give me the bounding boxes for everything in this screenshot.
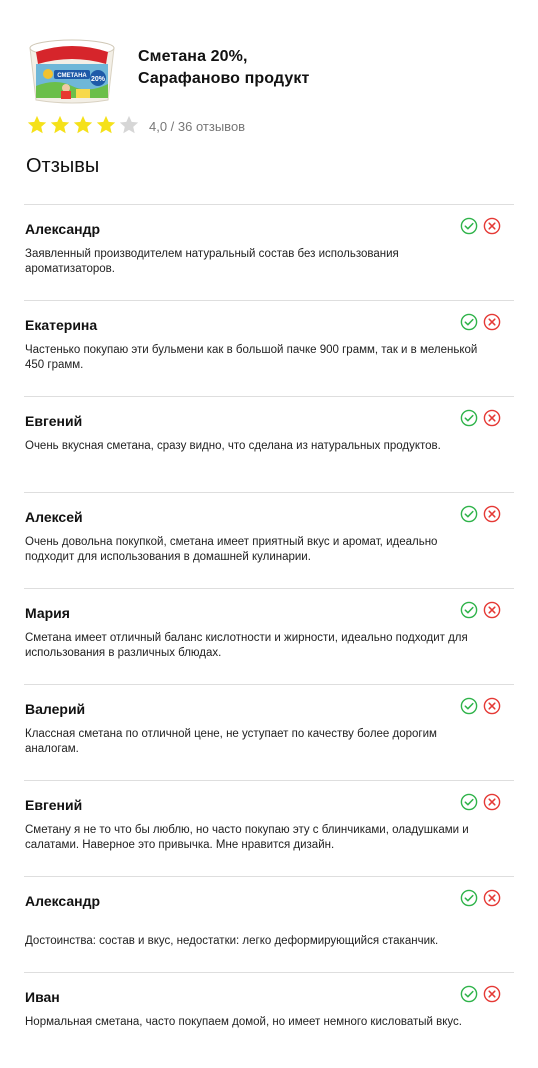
star-filled-icon (50, 115, 70, 134)
approve-review-button[interactable] (460, 505, 478, 523)
review-actions (460, 217, 504, 237)
review-item: Иван Нормальная сметана, часто покупаем д… (24, 972, 514, 1068)
check-circle-icon (460, 793, 478, 811)
review-text: Нормальная сметана, часто покупаем домой… (25, 1016, 462, 1028)
review-actions (460, 313, 504, 333)
review-text: Классная сметана по отличной цене, не ус… (25, 728, 437, 755)
product-title-line1: Сметана 20%, (138, 48, 248, 65)
product-image: СМЕТАНА 20% (26, 34, 118, 104)
close-circle-icon (483, 985, 501, 1003)
check-circle-icon (460, 409, 478, 427)
reject-review-button[interactable] (483, 601, 501, 619)
review-item: Александр Достоинства: состав и вкус, нед… (24, 876, 514, 972)
review-text: Сметану я не то что бы люблю, но часто п… (25, 824, 469, 851)
star-filled-icon (96, 115, 116, 134)
approve-review-button[interactable] (460, 793, 478, 811)
review-item: Мария Сметана имеет отличный баланс кисло… (24, 588, 514, 684)
check-circle-icon (460, 697, 478, 715)
reject-review-button[interactable] (483, 217, 501, 235)
review-actions (460, 889, 504, 909)
review-actions (460, 697, 504, 717)
review-actions (460, 985, 504, 1005)
close-circle-icon (483, 217, 501, 235)
review-text: Очень вкусная сметана, сразу видно, что … (25, 440, 441, 452)
rating-stars (26, 114, 142, 138)
approve-review-button[interactable] (460, 409, 478, 427)
close-circle-icon (483, 601, 501, 619)
review-author: Валерий (25, 701, 86, 717)
reject-review-button[interactable] (483, 793, 501, 811)
approve-review-button[interactable] (460, 697, 478, 715)
close-circle-icon (483, 505, 501, 523)
rating-summary: 4,0 / 36 отзывов (149, 119, 246, 134)
review-author: Иван (25, 989, 60, 1005)
package-label: СМЕТАНА (57, 73, 87, 79)
product-title: Сметана 20%, Сарафаново продукт (138, 46, 498, 90)
approve-review-button[interactable] (460, 313, 478, 331)
review-actions (460, 409, 504, 429)
review-text: Очень довольна покупкой, сметана имеет п… (25, 536, 438, 563)
check-circle-icon (460, 601, 478, 619)
approve-review-button[interactable] (460, 985, 478, 1003)
review-item: Екатерина Частенько покупаю эти бульмени … (24, 300, 514, 396)
review-author: Александр (25, 893, 101, 909)
review-author: Екатерина (25, 317, 98, 333)
check-circle-icon (460, 505, 478, 523)
review-author: Мария (25, 605, 70, 621)
review-text: Достоинства: состав и вкус, недостатки: … (25, 935, 439, 947)
check-circle-icon (460, 217, 478, 235)
close-circle-icon (483, 793, 501, 811)
check-circle-icon (460, 889, 478, 907)
review-actions (460, 601, 504, 621)
reject-review-button[interactable] (483, 985, 501, 1003)
review-text: Заявленный производителем натуральный со… (25, 248, 399, 275)
review-actions (460, 793, 504, 813)
close-circle-icon (483, 409, 501, 427)
review-actions (460, 505, 504, 525)
close-circle-icon (483, 313, 501, 331)
close-circle-icon (483, 889, 501, 907)
reject-review-button[interactable] (483, 697, 501, 715)
review-item: Алексей Очень довольна покупкой, сметана … (24, 492, 514, 588)
review-text: Частенько покупаю эти бульмени как в бол… (25, 344, 478, 371)
reviews-section-title: Отзывы (26, 155, 100, 177)
product-title-line2: Сарафаново продукт (138, 70, 310, 87)
check-circle-icon (460, 313, 478, 331)
reject-review-button[interactable] (483, 505, 501, 523)
star-filled-icon (73, 115, 93, 134)
review-author: Александр (25, 221, 101, 237)
approve-review-button[interactable] (460, 889, 478, 907)
review-item: Евгений Сметану я не то что бы люблю, но … (24, 780, 514, 876)
reject-review-button[interactable] (483, 409, 501, 427)
star-empty-icon (119, 115, 139, 134)
reject-review-button[interactable] (483, 889, 501, 907)
review-item: Евгений Очень вкусная сметана, сразу видн… (24, 396, 514, 492)
star-filled-icon (27, 115, 47, 134)
check-circle-icon (460, 985, 478, 1003)
reject-review-button[interactable] (483, 313, 501, 331)
review-author: Евгений (25, 797, 83, 813)
product-header: СМЕТАНА 20% Сметана 20%, Сарафаново прод… (26, 30, 516, 104)
review-item: Александр Заявленный производителем натур… (24, 204, 514, 300)
review-author: Евгений (25, 413, 83, 429)
review-text: Сметана имеет отличный баланс кислотност… (25, 632, 468, 659)
approve-review-button[interactable] (460, 601, 478, 619)
close-circle-icon (483, 697, 501, 715)
review-item: Валерий Классная сметана по отличной цене… (24, 684, 514, 780)
package-badge: 20% (91, 76, 106, 83)
reviews-list: Александр Заявленный производителем натур… (24, 204, 514, 1068)
approve-review-button[interactable] (460, 217, 478, 235)
review-author: Алексей (25, 509, 83, 525)
rating-row: 4,0 / 36 отзывов (26, 114, 516, 138)
